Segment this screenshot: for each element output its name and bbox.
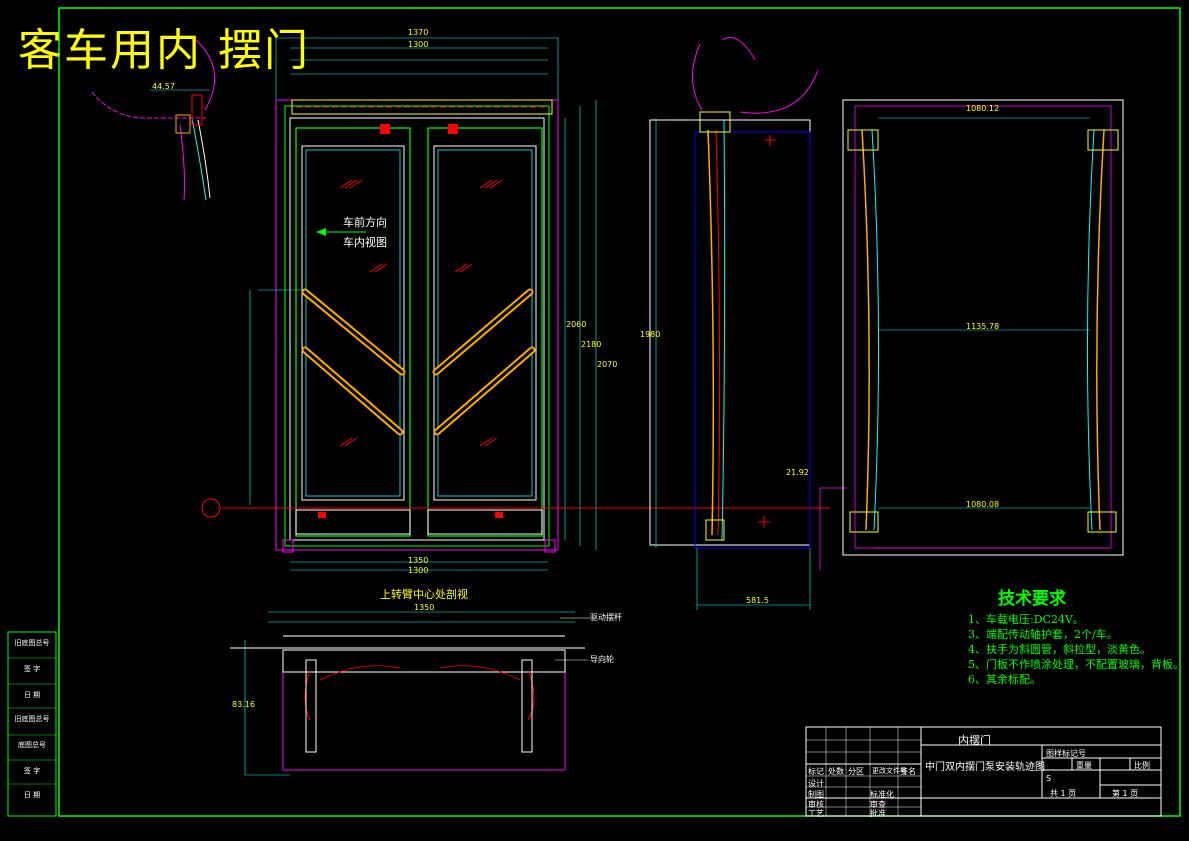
tech-item: 1、车载电压:DC24V。 (968, 613, 1084, 626)
stamp-label: 旧底图总号 (14, 715, 50, 723)
tech-heading: 技术要求 (998, 589, 1066, 609)
dim-side-bottom: 581.5 (746, 596, 769, 605)
front-view (201, 37, 830, 571)
tech-item: 6、其余标配。 (968, 673, 1041, 686)
dim-front-top-2: 1300 (408, 40, 429, 49)
dim-front-height-1: 2060 (566, 320, 587, 329)
tb-row: 标记 (808, 767, 824, 776)
tb-col: 处数 (828, 767, 844, 776)
sheet-border (58, 7, 1181, 817)
view-label: 车内视图 (343, 236, 387, 249)
dim-rear-bottom: 1080.08 (966, 500, 1000, 509)
stamp-label: 日 期 (23, 691, 41, 699)
part-name: 内摆门 (958, 734, 991, 747)
direction-label: 车前方向 (343, 216, 387, 229)
dim-rear-mid: 1135.78 (966, 322, 1000, 331)
cad-drawing (7, 7, 1181, 817)
tb-right: 批准 (870, 809, 886, 818)
tech-item: 3、端配传动轴护套，2个/车。 (968, 628, 1118, 641)
tb-row: 设计 (808, 779, 824, 788)
tech-requirements: 技术要求 1、车载电压:DC24V。 3、端配传动轴护套，2个/车。 4、扶手为… (968, 589, 1184, 687)
callout-2: 导向轮 (590, 655, 614, 664)
dim-front-bottom-2: 1300 (408, 566, 429, 575)
side-view (649, 37, 846, 610)
dim-rear-top: 1080.12 (966, 104, 1000, 113)
tb-row: 工艺 (808, 809, 824, 818)
tb-col: 分区 (848, 767, 864, 776)
left-strip (7, 631, 57, 817)
tech-item: 4、扶手为斜圆管，斜拉型，淡黄色。 (968, 643, 1151, 656)
scale-label: 比例 (1134, 761, 1150, 770)
section-view (230, 611, 590, 776)
stamp-label: 签 字 (23, 767, 41, 775)
stamp-label: 旧底图总号 (14, 639, 50, 647)
dim-section-top: 1350 (414, 603, 435, 612)
drawing-name: 中门双内摆门泵安装轨迹图 (925, 762, 1045, 773)
sheet-num: 第 1 页 (1112, 789, 1139, 798)
dim-front-top-1: 1370 (408, 28, 429, 37)
sheet-total: 共 1 页 (1050, 789, 1077, 798)
callout-1: 驱动摆杆 (590, 613, 622, 622)
dim-front-bottom-1: 1350 (408, 556, 429, 565)
dim-front-height-3: 2070 (597, 360, 618, 369)
dim-side-height: 1980 (640, 330, 661, 339)
code-label: 图样标记号 (1046, 749, 1086, 758)
dim-section-side: 83.16 (232, 700, 255, 709)
stamp-label: 底图总号 (18, 741, 46, 749)
mark-label: S (1046, 774, 1052, 783)
dim-front-height-2: 2180 (581, 340, 602, 349)
stamp-label: 签 字 (23, 665, 41, 673)
stamp-label: 日 期 (23, 791, 41, 799)
tb-col: 签名 (900, 767, 916, 776)
section-title: 上转臂中心处剖视 (380, 588, 468, 601)
tech-item: 5、门板不作喷涂处理，不配置玻璃，背板。 (968, 658, 1184, 671)
drawing-title: 客车用内 摆门 (18, 25, 310, 76)
dim-side-right: 21.92 (786, 468, 809, 477)
dim-side-top: 44.57 (152, 82, 175, 91)
weight-label: 重量 (1076, 761, 1092, 770)
